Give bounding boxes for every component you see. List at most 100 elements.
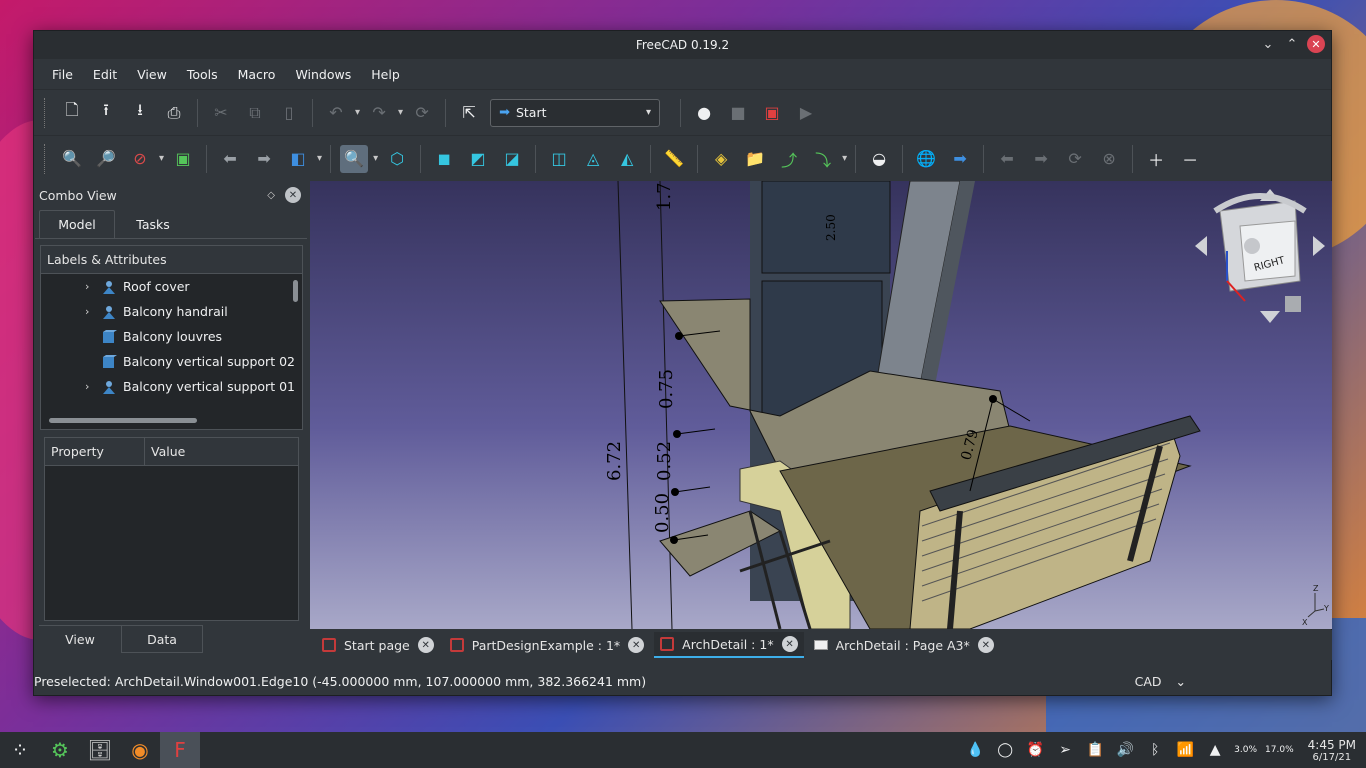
clipping-plane-icon[interactable]: ◒ xyxy=(865,145,893,173)
tree-item[interactable]: › Balcony handrail xyxy=(41,299,302,324)
navigation-style-selector[interactable]: CAD ⌄ xyxy=(1135,674,1186,689)
menu-help[interactable]: Help xyxy=(361,67,410,82)
tree-item[interactable]: Balcony vertical support 02 xyxy=(41,349,302,374)
memory-load[interactable]: 17.0% xyxy=(1265,745,1294,755)
left-view-icon[interactable]: ◭ xyxy=(613,145,641,173)
3d-scene[interactable]: 1.75 2.50 0.75 0.52 0.50 6.72 0.79 RIGHT xyxy=(310,181,1332,629)
fit-all-icon[interactable]: 🔍 xyxy=(58,145,86,173)
navigation-cube[interactable]: RIGHT xyxy=(1195,189,1325,323)
doc-tab-archdetail[interactable]: ArchDetail : 1* ✕ xyxy=(654,632,804,658)
maximize-button[interactable]: ⌃ xyxy=(1283,35,1301,53)
isometric-view-icon[interactable]: ⬡ xyxy=(383,145,411,173)
web-navigate-icon[interactable]: ➡ xyxy=(946,145,974,173)
file-manager-icon[interactable]: 🗄 xyxy=(80,732,120,768)
alarm-icon[interactable]: ⏰ xyxy=(1024,742,1046,758)
menu-view[interactable]: View xyxy=(127,67,177,82)
whats-this-icon[interactable]: ⇱ xyxy=(455,99,483,127)
discover-icon[interactable]: ⚙ xyxy=(40,732,80,768)
vertical-scrollbar[interactable] xyxy=(293,280,298,302)
web-stop-icon[interactable]: ⊗ xyxy=(1095,145,1123,173)
zoom-in-icon[interactable]: ＋ xyxy=(1142,145,1170,173)
horizontal-scrollbar[interactable] xyxy=(49,418,197,423)
undo-icon[interactable]: ↶ xyxy=(322,99,350,127)
rear-view-icon[interactable]: ◫ xyxy=(545,145,573,173)
circle-icon[interactable]: ◯ xyxy=(994,742,1016,758)
expand-tray-icon[interactable]: ▲ xyxy=(1204,742,1226,758)
bluetooth-icon[interactable]: ᛒ xyxy=(1144,742,1166,758)
wifi-icon[interactable]: 📶 xyxy=(1174,742,1196,758)
link-actions-icon[interactable]: ⤵ xyxy=(809,145,837,173)
group-icon[interactable]: 📁 xyxy=(741,145,769,173)
cut-icon[interactable]: ✂ xyxy=(207,99,235,127)
save-file-icon[interactable]: ⭳ xyxy=(126,99,154,127)
volume-icon[interactable]: 🔊 xyxy=(1114,742,1136,758)
doc-tab-start-page[interactable]: Start page ✕ xyxy=(316,632,440,658)
3d-viewport[interactable]: 1.75 2.50 0.75 0.52 0.50 6.72 0.79 RIGHT xyxy=(310,181,1332,629)
chevron-right-icon[interactable]: › xyxy=(85,380,101,393)
forward-icon[interactable]: ➡ xyxy=(250,145,278,173)
close-icon[interactable]: ✕ xyxy=(977,637,994,653)
copy-icon[interactable]: ⧉ xyxy=(241,99,269,127)
droplet-icon[interactable]: 💧 xyxy=(964,742,986,758)
top-view-icon[interactable]: ◩ xyxy=(464,145,492,173)
tab-model[interactable]: Model xyxy=(39,210,115,238)
doc-tab-partdesign[interactable]: PartDesignExample : 1* ✕ xyxy=(444,632,650,658)
right-view-icon[interactable]: ◪ xyxy=(498,145,526,173)
firefox-icon[interactable]: ◉ xyxy=(120,732,160,768)
front-view-icon[interactable]: ◼ xyxy=(430,145,458,173)
close-icon[interactable]: ✕ xyxy=(628,637,645,653)
measure-icon[interactable]: 📏 xyxy=(660,145,688,173)
new-file-icon[interactable]: 🗋 xyxy=(58,99,86,127)
cpu-load[interactable]: 3.0% xyxy=(1234,745,1257,755)
freecad-taskbar-icon[interactable]: F xyxy=(160,732,200,768)
menu-file[interactable]: File xyxy=(42,67,83,82)
app-launcher-icon[interactable]: ⁘ xyxy=(0,732,40,768)
print-icon[interactable]: ⎙ xyxy=(160,99,188,127)
minimize-button[interactable]: ⌄ xyxy=(1259,35,1277,53)
doc-tab-archdetail-page[interactable]: ArchDetail : Page A3* ✕ xyxy=(808,632,1000,658)
menu-tools[interactable]: Tools xyxy=(177,67,228,82)
zoom-out-icon[interactable]: － xyxy=(1176,145,1204,173)
web-refresh-icon[interactable]: ⟳ xyxy=(1061,145,1089,173)
telegram-icon[interactable]: ➢ xyxy=(1054,742,1076,758)
clock[interactable]: 4:45 PM 6/17/21 xyxy=(1308,738,1356,763)
undo-dropdown-icon[interactable]: ▾ xyxy=(355,107,360,118)
redo-icon[interactable]: ↷ xyxy=(365,99,393,127)
fit-selection-icon[interactable]: 🔎 xyxy=(92,145,120,173)
tab-tasks[interactable]: Tasks xyxy=(115,210,191,238)
workbench-selector[interactable]: ➡ Start ▾ xyxy=(490,98,661,127)
web-back-icon[interactable]: ⬅ xyxy=(993,145,1021,173)
back-icon[interactable]: ⬅ xyxy=(216,145,244,173)
tree-item[interactable]: Balcony louvres xyxy=(41,324,302,349)
part-icon[interactable]: ◈ xyxy=(707,145,735,173)
macro-stop-icon[interactable]: ■ xyxy=(724,99,752,127)
close-button[interactable]: ✕ xyxy=(1307,35,1325,53)
refresh-icon[interactable]: ⟳ xyxy=(408,99,436,127)
clipboard-icon[interactable]: 📋 xyxy=(1084,742,1106,758)
chevron-right-icon[interactable]: › xyxy=(85,305,101,318)
tab-data[interactable]: Data xyxy=(121,626,203,653)
link-icon[interactable]: ◧ xyxy=(284,145,312,173)
tree-item[interactable]: › Balcony vertical support 01 xyxy=(41,374,302,399)
macro-edit-icon[interactable]: ▣ xyxy=(758,99,786,127)
bottom-view-icon[interactable]: ◬ xyxy=(579,145,607,173)
bounding-box-icon[interactable]: ▣ xyxy=(169,145,197,173)
web-forward-icon[interactable]: ➡ xyxy=(1027,145,1055,173)
macro-record-icon[interactable]: ● xyxy=(690,99,718,127)
tree-item[interactable]: › Roof cover xyxy=(41,274,302,299)
close-icon[interactable]: ✕ xyxy=(781,636,798,652)
redo-dropdown-icon[interactable]: ▾ xyxy=(398,107,403,118)
menu-macro[interactable]: Macro xyxy=(228,67,286,82)
close-icon[interactable]: ✕ xyxy=(417,637,434,653)
float-icon[interactable]: ◇ xyxy=(267,190,275,201)
web-icon[interactable]: 🌐 xyxy=(912,145,940,173)
open-file-icon[interactable]: ⭱ xyxy=(92,99,120,127)
tab-view[interactable]: View xyxy=(39,626,121,653)
chevron-right-icon[interactable]: › xyxy=(85,280,101,293)
paste-icon[interactable]: ▯ xyxy=(275,99,303,127)
macro-run-icon[interactable]: ▶ xyxy=(792,99,820,127)
menu-edit[interactable]: Edit xyxy=(83,67,127,82)
draw-style-icon[interactable]: ⊘ xyxy=(126,145,154,173)
zoom-view-icon[interactable]: 🔍 xyxy=(340,144,369,173)
link-make-icon[interactable]: ⤴ xyxy=(775,145,803,173)
